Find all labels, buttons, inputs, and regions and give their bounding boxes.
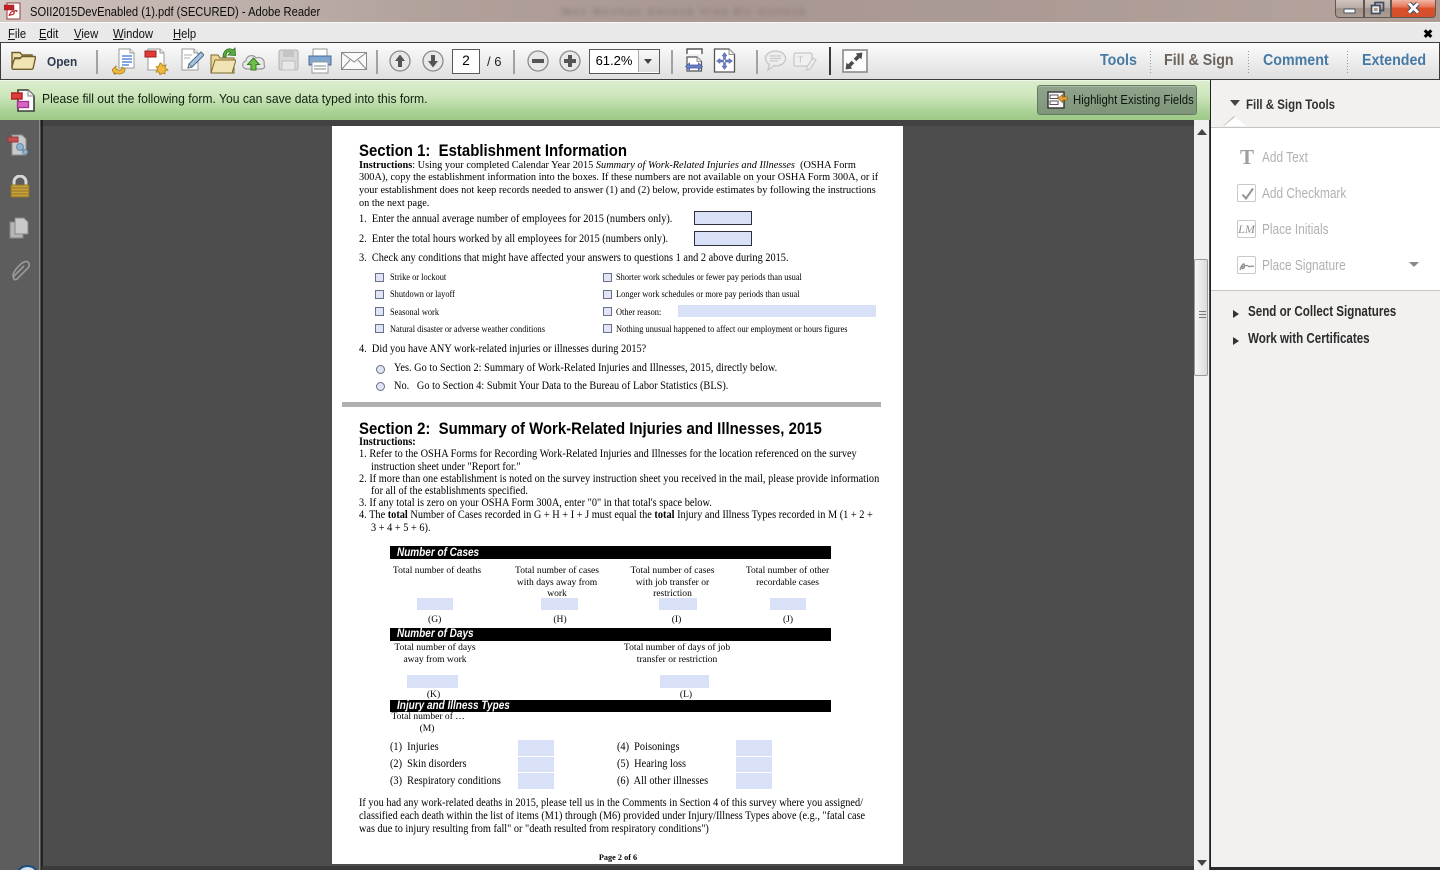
svg-text:T: T xyxy=(798,56,804,66)
